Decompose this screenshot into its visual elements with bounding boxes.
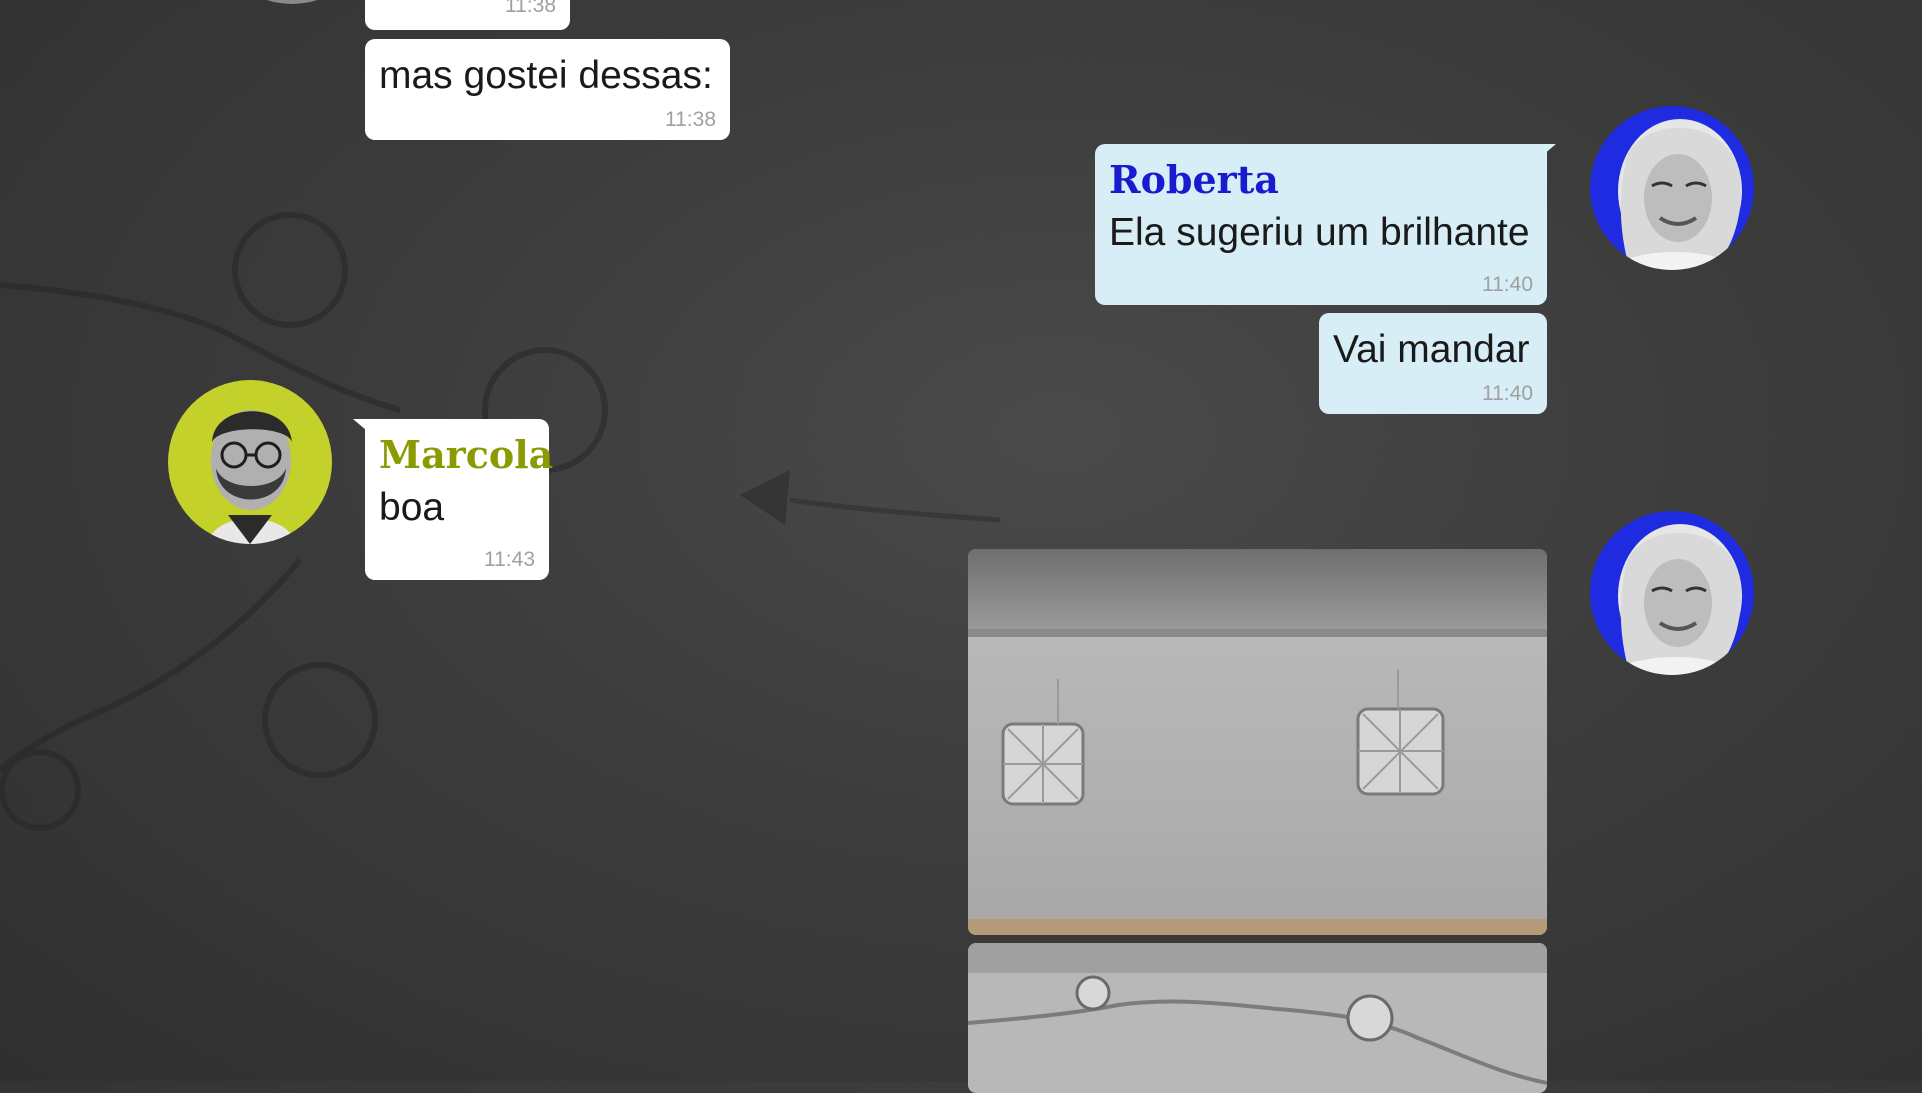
message-time: 11:40 xyxy=(1482,382,1533,405)
message-text: Ela sugeriu um brilhante xyxy=(1109,211,1530,254)
marcola-avatar[interactable] xyxy=(168,380,332,544)
roberta-portrait-icon xyxy=(1590,511,1754,675)
message-bubble-vai-mandar[interactable]: Vai mandar 11:40 xyxy=(1319,313,1547,414)
message-text: mas gostei dessas: xyxy=(379,54,713,97)
message-time: 11:38 xyxy=(505,0,556,17)
message-bubble-mas-gostei[interactable]: mas gostei dessas: 11:38 xyxy=(365,39,730,140)
roberta-avatar[interactable] xyxy=(1590,106,1754,270)
marcola-portrait-icon xyxy=(168,380,332,544)
sender-name-marcola: Marcola xyxy=(379,432,554,477)
roberta-portrait-icon xyxy=(1590,106,1754,270)
necklace-photo[interactable] xyxy=(968,943,1547,1093)
message-bubble-roberta[interactable]: Roberta Ela sugeriu um brilhante 11:40 xyxy=(1095,144,1547,305)
message-time: 11:43 xyxy=(484,548,535,571)
message-bubble-marcola[interactable]: Marcola boa 11:43 xyxy=(365,419,554,580)
earrings-photo[interactable] xyxy=(968,549,1547,935)
necklace-image xyxy=(968,943,1547,1093)
message-bubble-partial[interactable]: 11:38 xyxy=(365,0,570,30)
sender-name-roberta: Roberta xyxy=(1109,157,1279,202)
message-time: 11:40 xyxy=(1482,273,1533,296)
earrings-image xyxy=(968,549,1547,935)
avatar-partial-top xyxy=(210,0,374,4)
message-text: boa xyxy=(379,486,445,529)
roberta-avatar[interactable] xyxy=(1590,511,1754,675)
message-time: 11:38 xyxy=(665,108,716,131)
message-text: Vai mandar xyxy=(1333,328,1530,371)
